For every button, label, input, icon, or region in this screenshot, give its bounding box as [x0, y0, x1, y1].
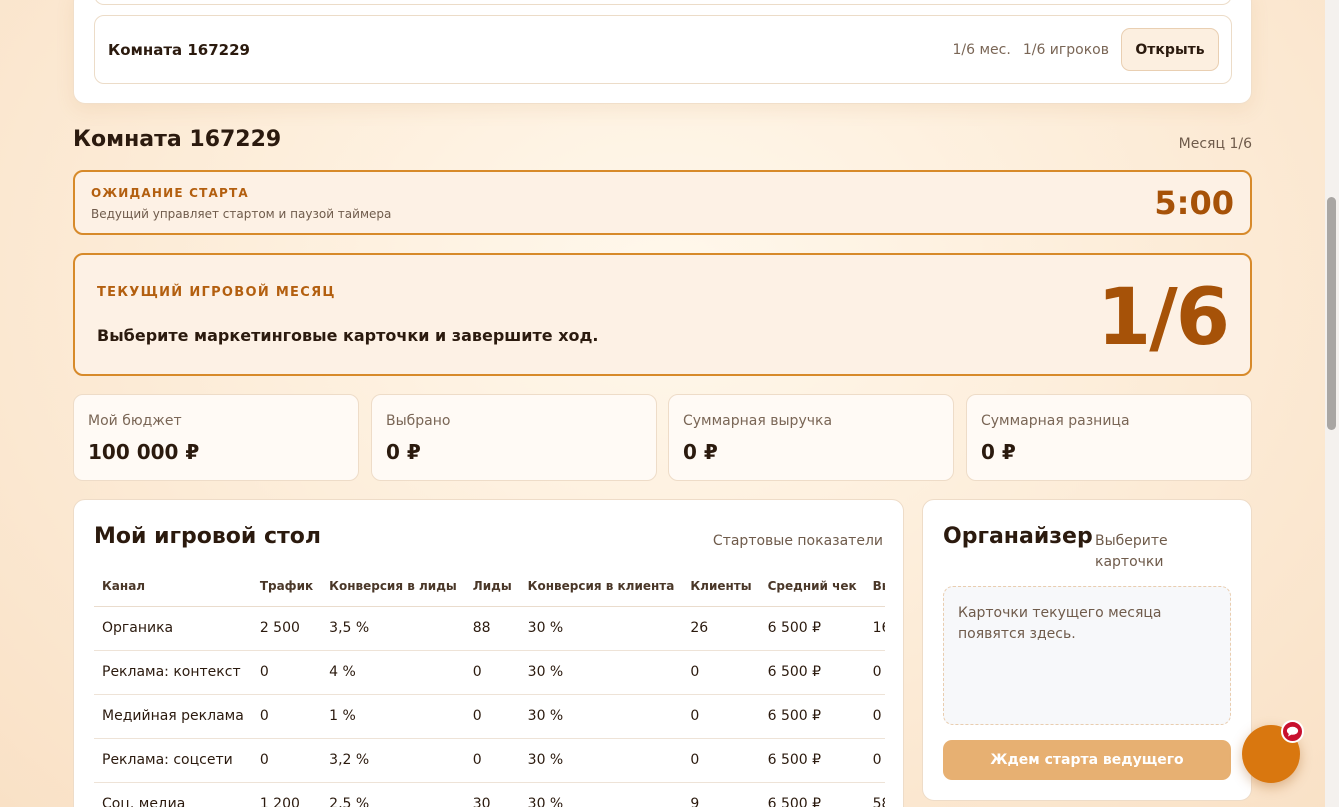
column-header: Конверсия в лиды — [321, 566, 465, 607]
table-cell: 4 % — [321, 650, 465, 695]
table-cell: 0 — [682, 738, 760, 783]
table-cell: 0 — [464, 650, 520, 695]
game-table-title: Мой игровой стол — [94, 524, 321, 549]
table-cell: 30 — [464, 782, 520, 807]
room-list-item-previous — [94, 0, 1232, 5]
timer-status: ОЖИДАНИЕ СТАРТА — [91, 186, 249, 200]
stat-value: 0 ₽ — [386, 440, 421, 464]
wait-host-button[interactable]: Ждем старта ведущего — [943, 740, 1231, 780]
table-row: Реклама: контекст 0 4 % 0 30 % 0 6 500 ₽… — [94, 650, 885, 695]
room-players: 1/6 игроков — [1022, 42, 1109, 58]
table-cell: 0 — [251, 694, 322, 739]
column-header: Клиенты — [682, 566, 760, 607]
timer-hint: Ведущий управляет стартом и паузой тайме… — [91, 207, 392, 221]
organizer-hint: Выберите карточки — [1095, 533, 1168, 570]
stat-label: Выбрано — [386, 413, 451, 429]
table-cell: Медийная реклама — [94, 694, 252, 739]
table-cell: 58 500 ₽ — [864, 782, 885, 807]
table-cell: 88 — [464, 606, 520, 651]
table-cell: 1 200 — [251, 782, 322, 807]
room-list-item: Комната 167229 1/6 мес. 1/6 игроков Откры… — [94, 15, 1232, 84]
table-cell: Реклама: соцсети — [94, 738, 252, 783]
current-month-banner: ТЕКУЩИЙ ИГРОВОЙ МЕСЯЦ Выберите маркетинг… — [73, 253, 1252, 376]
month-label: Месяц 1/6 — [1178, 136, 1252, 152]
chat-icon — [1281, 720, 1304, 743]
open-room-button[interactable]: Открыть — [1121, 28, 1219, 71]
table-cell: 26 — [682, 606, 760, 651]
game-table-subtitle: Стартовые показатели — [712, 533, 883, 549]
stat-total-revenue: Суммарная выручка 0 ₽ — [668, 394, 954, 481]
table-cell: 30 % — [519, 782, 683, 807]
table-cell: 6 500 ₽ — [759, 650, 865, 695]
organizer-panel: Органайзер Выберите карточки Карточки те… — [922, 499, 1252, 801]
column-header: Средний чек — [759, 566, 865, 607]
table-row: Медийная реклама 0 1 % 0 30 % 0 6 500 ₽ … — [94, 694, 885, 739]
table-cell: 30 % — [519, 650, 683, 695]
table-cell: 30 % — [519, 738, 683, 783]
current-month-instruction: Выберите маркетинговые карточки и заверш… — [97, 326, 599, 345]
column-header: Лиды — [464, 566, 520, 607]
table-cell: 2,5 % — [321, 782, 465, 807]
table-cell: 169 000 ₽ — [864, 606, 885, 651]
chat-bubble-icon — [1286, 726, 1299, 737]
stat-total-difference: Суммарная разница 0 ₽ — [966, 394, 1252, 481]
game-table-panel: Мой игровой стол Стартовые показатели Ка… — [73, 499, 904, 807]
room-list-item-meta: 1/6 мес. 1/6 игроков — [953, 42, 1109, 58]
page-title: Комната 167229 — [73, 127, 282, 152]
table-cell: 6 500 ₽ — [759, 782, 865, 807]
table-cell: Реклама: контекст — [94, 650, 252, 695]
table-cell: Соц. медиа — [94, 782, 252, 807]
table-row: Органика 2 500 3,5 % 88 30 % 26 6 500 ₽ … — [94, 606, 885, 651]
timer-value: 5:00 — [1154, 184, 1234, 222]
table-cell: 0 ₽ — [864, 650, 885, 695]
table-cell: 0 ₽ — [864, 694, 885, 739]
organizer-dropzone[interactable]: Карточки текущего месяца появятся здесь. — [943, 586, 1231, 725]
table-cell: 3,2 % — [321, 738, 465, 783]
stat-value: 0 ₽ — [981, 440, 1016, 464]
table-cell: 6 500 ₽ — [759, 606, 865, 651]
table-cell: 6 500 ₽ — [759, 738, 865, 783]
organizer-title: Органайзер — [943, 524, 1093, 549]
table-cell: 3,5 % — [321, 606, 465, 651]
stat-selected: Выбрано 0 ₽ — [371, 394, 657, 481]
organizer-placeholder: Карточки текущего месяца появятся здесь. — [958, 605, 1162, 642]
table-cell: 30 % — [519, 606, 683, 651]
table-cell: 0 — [251, 738, 322, 783]
table-cell: 2 500 — [251, 606, 322, 651]
stat-budget: Мой бюджет 100 000 ₽ — [73, 394, 359, 481]
room-months: 1/6 мес. — [952, 42, 1011, 58]
table-header-row: Канал Трафик Конверсия в лиды Лиды Конве… — [94, 566, 885, 607]
game-table: Канал Трафик Конверсия в лиды Лиды Конве… — [94, 566, 885, 807]
current-month-value: 1/6 — [1096, 273, 1230, 363]
table-cell: 0 — [251, 650, 322, 695]
stat-value: 0 ₽ — [683, 440, 718, 464]
column-header: Трафик — [251, 566, 322, 607]
stat-label: Суммарная выручка — [683, 413, 833, 429]
table-row: Реклама: соцсети 0 3,2 % 0 30 % 0 6 500 … — [94, 738, 885, 783]
table-row: Соц. медиа 1 200 2,5 % 30 30 % 9 6 500 ₽… — [94, 782, 885, 807]
room-list-item-name: Комната 167229 — [108, 41, 250, 59]
table-cell: 0 — [682, 694, 760, 739]
column-header: Конверсия в клиента — [519, 566, 683, 607]
scrollbar-thumb[interactable] — [1327, 197, 1336, 430]
table-cell: 0 — [682, 650, 760, 695]
game-table-scroll[interactable]: Канал Трафик Конверсия в лиды Лиды Конве… — [94, 566, 885, 807]
timer-banner: ОЖИДАНИЕ СТАРТА Ведущий управляет старто… — [73, 170, 1252, 235]
stat-value: 100 000 ₽ — [88, 440, 200, 464]
table-cell: 1 % — [321, 694, 465, 739]
room-list-card: Комната 167229 1/6 мес. 1/6 игроков Откры… — [73, 0, 1252, 104]
table-cell: 30 % — [519, 694, 683, 739]
table-cell: 0 — [464, 738, 520, 783]
table-cell: Органика — [94, 606, 252, 651]
table-cell: 0 ₽ — [864, 738, 885, 783]
table-cell: 9 — [682, 782, 760, 807]
stat-label: Суммарная разница — [981, 413, 1130, 429]
table-cell: 0 — [464, 694, 520, 739]
column-header: Канал — [94, 566, 252, 607]
table-cell: 6 500 ₽ — [759, 694, 865, 739]
stat-label: Мой бюджет — [88, 413, 182, 429]
current-month-label: ТЕКУЩИЙ ИГРОВОЙ МЕСЯЦ — [97, 285, 336, 300]
column-header: Выручка — [864, 566, 885, 607]
